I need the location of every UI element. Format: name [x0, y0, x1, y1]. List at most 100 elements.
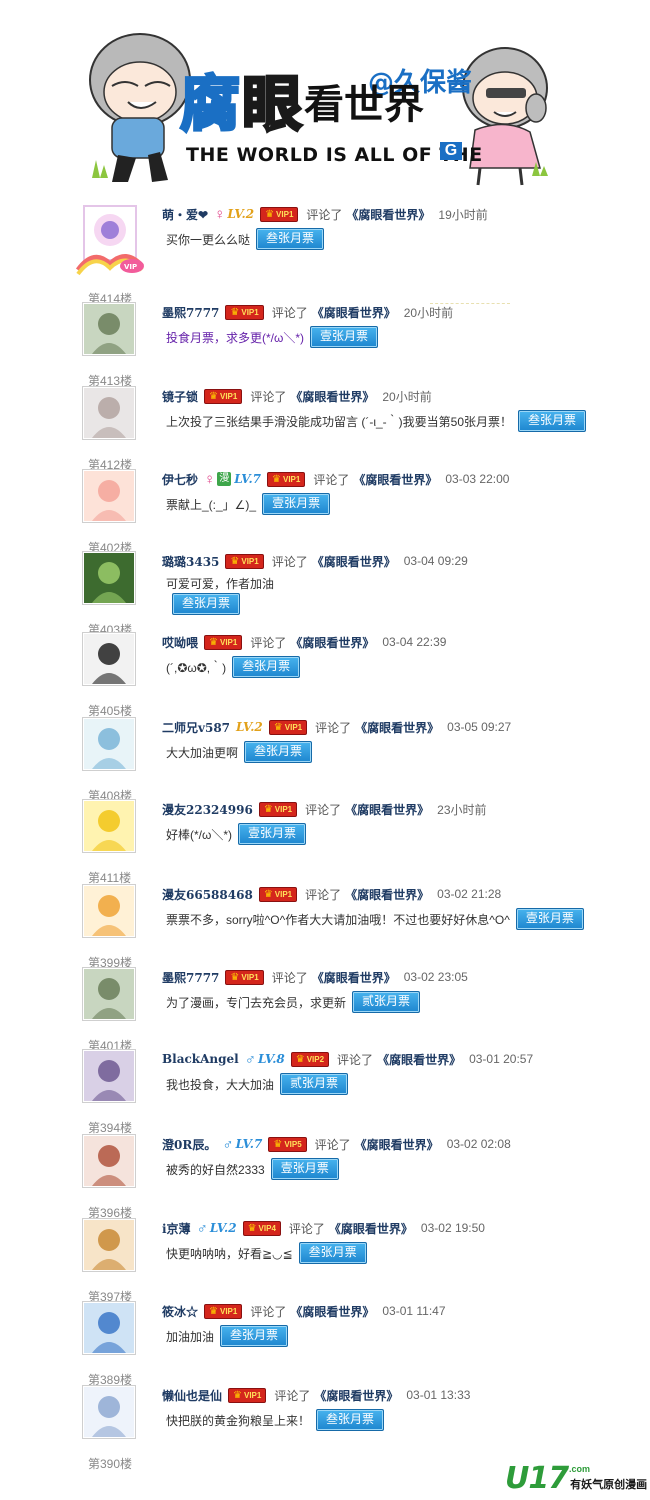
- username[interactable]: 镜子锁: [162, 388, 198, 405]
- monthly-ticket-button[interactable]: 叁张月票: [316, 1409, 385, 1431]
- work-title-link[interactable]: 《腐眼看世界》: [346, 206, 430, 223]
- comment-text: 票献上_(:_」∠)_: [166, 497, 257, 512]
- comment-entry: 第396楼澄0R辰。♂LV.7VIP5评论了《腐眼看世界》03-02 02:08…: [0, 1134, 650, 1220]
- work-title-link[interactable]: 《腐眼看世界》: [314, 1387, 398, 1404]
- user-avatar[interactable]: [82, 632, 136, 686]
- level-badge: LV.7: [234, 472, 262, 486]
- monthly-ticket-button[interactable]: 叁张月票: [220, 1325, 289, 1347]
- user-avatar[interactable]: [82, 1385, 136, 1439]
- work-title-link[interactable]: 《腐眼看世界》: [355, 1136, 439, 1153]
- user-avatar[interactable]: [82, 799, 136, 853]
- comment-body: 为了漫画，专门去充会员，求更新 贰张月票: [166, 991, 421, 1013]
- username[interactable]: 璐璐3435: [162, 553, 219, 570]
- user-avatar[interactable]: [82, 717, 136, 771]
- comment-header: 澄0R辰。 ♂LV.7 VIP5 评论了《腐眼看世界》 03-02 02:08: [162, 1134, 511, 1154]
- monthly-ticket-button[interactable]: 壹张月票: [238, 823, 307, 845]
- monthly-ticket-button[interactable]: 贰张月票: [280, 1073, 349, 1095]
- vip-badge: VIP1: [225, 304, 264, 320]
- monthly-ticket-button[interactable]: 壹张月票: [262, 493, 331, 515]
- username[interactable]: 伊七秒: [162, 471, 198, 488]
- work-title-link[interactable]: 《腐眼看世界》: [345, 886, 429, 903]
- user-avatar[interactable]: [82, 386, 136, 440]
- monthly-ticket-button[interactable]: 叁张月票: [298, 1242, 367, 1264]
- user-avatar[interactable]: [82, 1049, 136, 1103]
- comment-entry: 第394楼BlackAngel♂LV.8VIP2评论了《腐眼看世界》03-01 …: [0, 1049, 650, 1135]
- gender-icon: ♂: [196, 1219, 208, 1237]
- monthly-ticket-button[interactable]: 叁张月票: [244, 741, 313, 763]
- username[interactable]: 哎呦喂: [162, 634, 198, 651]
- banner-title-char-1: 腐: [179, 69, 242, 142]
- avatar-image: [84, 1303, 134, 1353]
- timestamp: 03-03 22:00: [445, 472, 510, 486]
- work-title-link[interactable]: 《腐眼看世界》: [312, 553, 396, 570]
- action-text: 评论了: [250, 1304, 287, 1319]
- action-text: 评论了: [305, 887, 342, 902]
- user-avatar[interactable]: [82, 551, 136, 605]
- username[interactable]: 懒仙也是仙: [162, 1387, 222, 1404]
- u17-logo-suffix: .com: [569, 1464, 591, 1474]
- comment-body: 上次投了三张结果手滑没能成功留言 (´-ι_-｀)我要当第50张月票！ 叁张月票: [166, 410, 587, 432]
- timestamp: 03-01 13:33: [406, 1388, 471, 1402]
- monthly-ticket-button[interactable]: 叁张月票: [172, 593, 241, 615]
- work-title-link[interactable]: 《腐眼看世界》: [290, 634, 374, 651]
- work-title-link[interactable]: 《腐眼看世界》: [312, 969, 396, 986]
- timestamp: 03-01 20:57: [469, 1052, 534, 1066]
- gender-icon: ♂: [222, 1135, 234, 1153]
- vip-badge: VIP1: [258, 801, 298, 817]
- work-title-link[interactable]: 《腐眼看世界》: [345, 801, 429, 818]
- action-text: 评论了: [271, 970, 308, 985]
- user-avatar[interactable]: VIP: [74, 204, 146, 276]
- action-text: 评论了: [271, 305, 308, 320]
- action-text: 评论了: [314, 1137, 351, 1152]
- timestamp: 20小时前: [382, 389, 432, 404]
- username[interactable]: 墨熙7777: [162, 304, 219, 321]
- username[interactable]: 筱冰☆: [162, 1303, 198, 1320]
- username[interactable]: 二师兄v587: [162, 719, 230, 736]
- user-avatar[interactable]: [82, 1218, 136, 1272]
- username[interactable]: 萌・爱❤: [162, 206, 208, 223]
- user-avatar[interactable]: [82, 469, 136, 523]
- monthly-ticket-button[interactable]: 贰张月票: [352, 991, 421, 1013]
- work-title-link[interactable]: 《腐眼看世界》: [353, 471, 437, 488]
- avatar-image: VIP: [75, 205, 144, 276]
- comment-header: 墨熙7777 VIP1 评论了《腐眼看世界》 03-02 23:05: [162, 967, 468, 987]
- username[interactable]: 澄0R辰。: [162, 1136, 216, 1153]
- comment-entry: 第401楼墨熙7777VIP1评论了《腐眼看世界》03-02 23:05 为了漫…: [0, 967, 650, 1053]
- comment-header: 漫友22324996 VIP1 评论了《腐眼看世界》 23小时前: [162, 799, 487, 819]
- vip-badge: VIP1: [225, 553, 264, 569]
- banner-title: 腐 眼 看世界: [179, 69, 426, 142]
- work-title-link[interactable]: 《腐眼看世界》: [329, 1220, 413, 1237]
- work-title-link[interactable]: 《腐眼看世界》: [290, 1303, 374, 1320]
- username[interactable]: i京薄: [162, 1220, 191, 1237]
- monthly-ticket-button[interactable]: 壹张月票: [310, 326, 379, 348]
- user-avatar[interactable]: [82, 302, 136, 356]
- username[interactable]: BlackAngel: [162, 1052, 239, 1066]
- work-title-link[interactable]: 《腐眼看世界》: [290, 388, 374, 405]
- user-avatar[interactable]: [82, 1301, 136, 1355]
- action-text: 评论了: [271, 554, 308, 569]
- timestamp: 03-02 21:28: [437, 887, 502, 901]
- floor-number: 第390楼: [88, 1457, 133, 1471]
- vip-badge: VIP1: [204, 388, 243, 404]
- work-title-link[interactable]: 《腐眼看世界》: [312, 304, 396, 321]
- monthly-ticket-button[interactable]: 叁张月票: [518, 410, 587, 432]
- work-title-link[interactable]: 《腐眼看世界》: [377, 1051, 461, 1068]
- comment-header: 伊七秒 ♀漫LV.7 VIP1 评论了《腐眼看世界》 03-03 22:00: [162, 469, 509, 489]
- monthly-ticket-button[interactable]: 叁张月票: [232, 656, 301, 678]
- comment-body: 快把朕的黄金狗粮呈上来！ 叁张月票: [166, 1409, 385, 1431]
- username[interactable]: 墨熙7777: [162, 969, 219, 986]
- comment-entry: 第411楼漫友22324996VIP1评论了《腐眼看世界》23小时前 好棒(*/…: [0, 799, 650, 885]
- work-title-link[interactable]: 《腐眼看世界》: [355, 719, 439, 736]
- username[interactable]: 漫友22324996: [162, 801, 253, 818]
- monthly-ticket-button[interactable]: 壹张月票: [270, 1158, 339, 1180]
- gender-icon: ♀: [214, 205, 226, 223]
- monthly-ticket-button[interactable]: 叁张月票: [256, 228, 325, 250]
- avatar-image: [84, 801, 134, 851]
- username[interactable]: 漫友66588468: [162, 886, 253, 903]
- user-avatar[interactable]: [82, 884, 136, 938]
- user-avatar[interactable]: [82, 1134, 136, 1188]
- comment-text: 上次投了三张结果手滑没能成功留言 (´-ι_-｀)我要当第50张月票！: [166, 414, 513, 429]
- comment-text: 买你一更么么哒: [166, 232, 251, 247]
- monthly-ticket-button[interactable]: 壹张月票: [515, 908, 584, 930]
- user-avatar[interactable]: [82, 967, 136, 1021]
